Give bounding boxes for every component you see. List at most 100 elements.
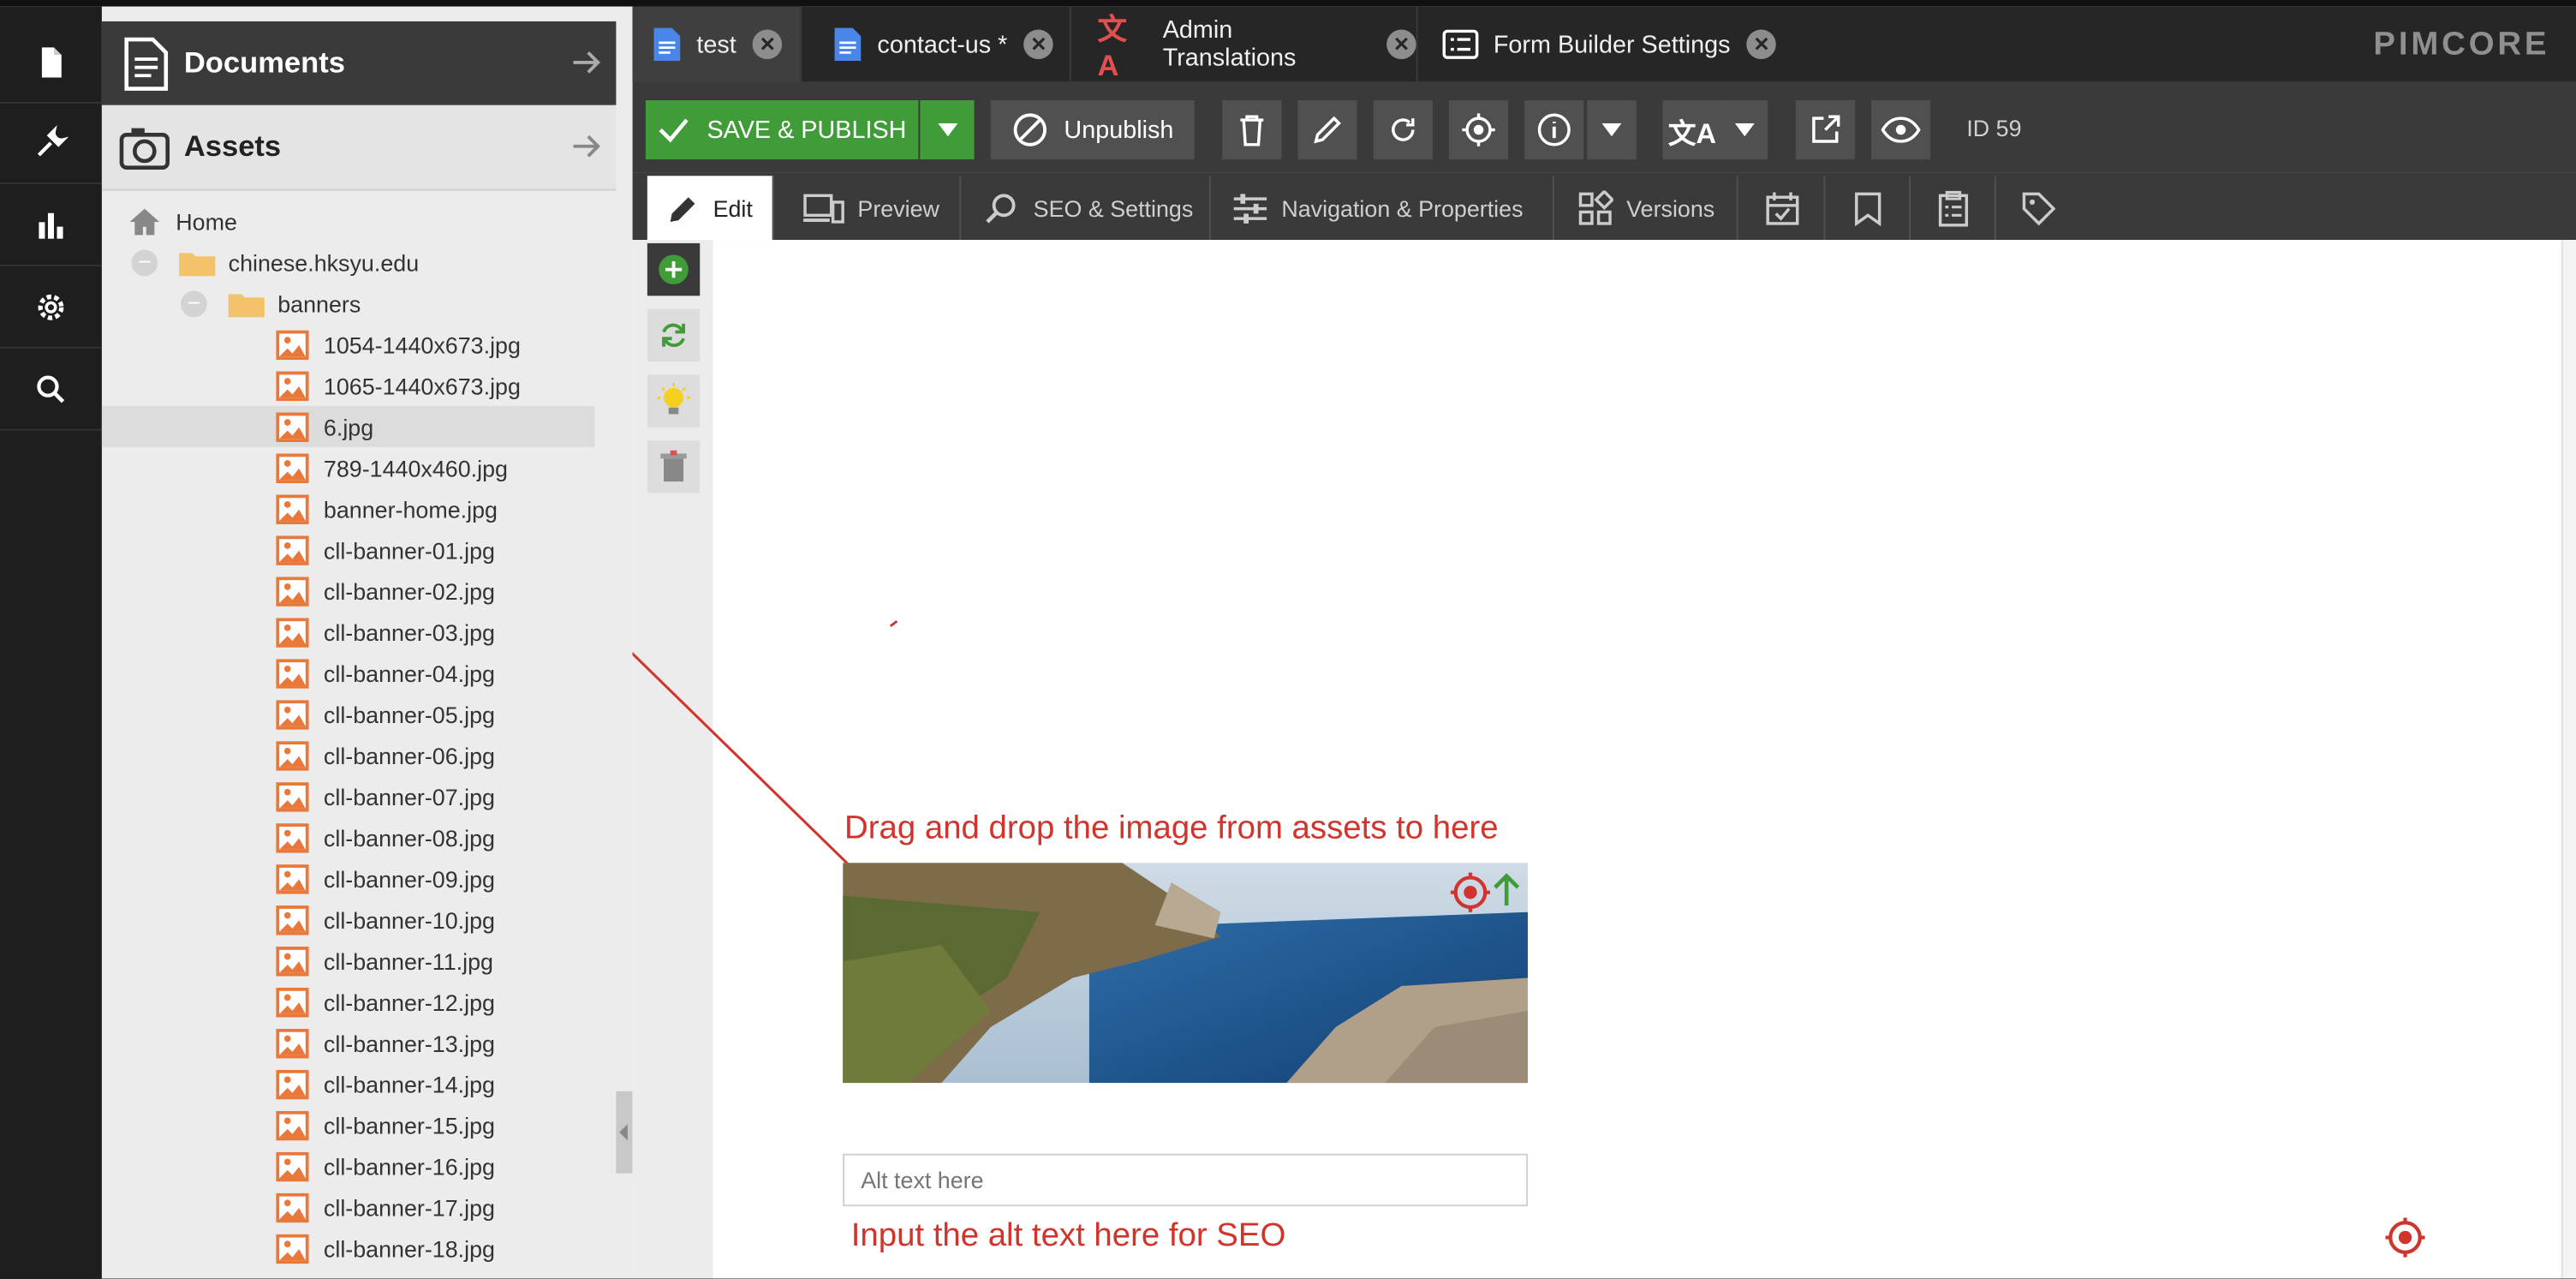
- image-file-icon: [276, 1233, 309, 1264]
- tree-item[interactable]: Home: [102, 200, 595, 242]
- close-tab-icon[interactable]: ✕: [1746, 29, 1777, 60]
- tab-navigation-properties[interactable]: Navigation & Properties: [1213, 176, 1554, 241]
- unpublish-button[interactable]: Unpublish: [990, 100, 1195, 160]
- tree-item[interactable]: 1065-1440x673.jpg: [102, 365, 595, 406]
- editor-scroll-strip[interactable]: [2561, 240, 2576, 1279]
- tree-item[interactable]: − banners: [102, 283, 595, 324]
- show-in-tree-button[interactable]: [1449, 100, 1509, 160]
- tree-item[interactable]: cll-banner-18.jpg: [102, 1228, 595, 1269]
- collapse-toggle-icon[interactable]: −: [131, 248, 158, 276]
- tree-item[interactable]: cll-banner-05.jpg: [102, 694, 595, 735]
- tree-item[interactable]: cll-banner-11.jpg: [102, 940, 595, 981]
- bookmark-icon: [1854, 191, 1881, 226]
- alt-text-input[interactable]: [843, 1153, 1529, 1207]
- form-icon: [1442, 29, 1479, 59]
- tab-schedule[interactable]: [1740, 176, 1826, 241]
- tab-admin-translations[interactable]: 文A Admin Translations ✕: [1073, 6, 1418, 82]
- translation-dropdown[interactable]: [1721, 100, 1768, 160]
- tab-tags[interactable]: [1996, 176, 2080, 240]
- tree-item[interactable]: cll-banner-03.jpg: [102, 612, 595, 653]
- upload-arrow-icon[interactable]: [1492, 871, 1522, 907]
- sliders-icon: [1233, 193, 1267, 223]
- tab-label: Form Builder Settings: [1493, 30, 1731, 59]
- tree-item[interactable]: cll-banner-06.jpg: [102, 735, 595, 776]
- tab-notes[interactable]: [1911, 176, 1996, 241]
- collapse-toggle-icon[interactable]: −: [181, 290, 207, 317]
- tree-item[interactable]: cll-banner-17.jpg: [102, 1186, 595, 1228]
- tree-item[interactable]: 6.jpg: [101, 405, 595, 447]
- tree-item-label: banner-home.jpg: [323, 495, 498, 523]
- tree-item[interactable]: 1054-1440x673.jpg: [102, 324, 595, 365]
- tree-item-label: 6.jpg: [323, 413, 374, 440]
- tab-label: test: [696, 30, 736, 59]
- target-icon[interactable]: [2384, 1216, 2427, 1259]
- image-file-icon: [276, 946, 309, 976]
- info-button[interactable]: [1524, 100, 1584, 160]
- tag-icon: [2021, 191, 2055, 225]
- pencil-icon: [670, 196, 695, 222]
- tree-item[interactable]: cll-banner-09.jpg: [102, 858, 595, 899]
- tree-item[interactable]: cll-banner-15.jpg: [102, 1104, 595, 1145]
- tree-item[interactable]: cll-banner-16.jpg: [102, 1145, 595, 1186]
- nav-documents-button[interactable]: [0, 21, 102, 104]
- close-tab-icon[interactable]: ✕: [1386, 29, 1416, 60]
- save-publish-button[interactable]: SAVE & PUBLISH: [645, 100, 919, 160]
- preview-button[interactable]: [1871, 100, 1931, 160]
- document-icon: [124, 36, 169, 90]
- tab-bookmark[interactable]: [1825, 176, 1911, 241]
- tab-test[interactable]: test ✕: [632, 6, 802, 82]
- tree-item-label: 1054-1440x673.jpg: [323, 331, 521, 358]
- tree-item[interactable]: cll-banner-02.jpg: [102, 571, 595, 612]
- tab-seo-settings[interactable]: SEO & Settings: [963, 176, 1211, 241]
- documents-title: Documents: [183, 45, 345, 80]
- drag-drop-annotation: Drag and drop the image from assets to h…: [844, 810, 1499, 846]
- tree-item[interactable]: cll-banner-08.jpg: [102, 816, 595, 858]
- tab-form-builder-settings[interactable]: Form Builder Settings ✕: [1419, 7, 1789, 82]
- tree-item[interactable]: 789-1440x460.jpg: [102, 447, 595, 488]
- nav-search-button[interactable]: [0, 349, 102, 431]
- rename-button[interactable]: [1297, 100, 1357, 160]
- close-tab-icon[interactable]: ✕: [1023, 29, 1054, 60]
- bar-chart-icon: [39, 212, 63, 238]
- info-dropdown[interactable]: [1587, 100, 1637, 160]
- tab-edit[interactable]: Edit: [647, 176, 774, 241]
- devices-icon: [803, 193, 844, 223]
- nav-settings-button[interactable]: [0, 266, 102, 349]
- tree-item[interactable]: cll-banner-14.jpg: [102, 1063, 595, 1104]
- translation-button[interactable]: 文A: [1662, 100, 1722, 160]
- tree-item[interactable]: cll-banner-13.jpg: [102, 1022, 595, 1063]
- panel-collapse-handle[interactable]: [616, 1091, 633, 1174]
- target-icon[interactable]: [1449, 871, 1492, 914]
- banner-image-editable[interactable]: [843, 863, 1529, 1084]
- document-toolbar: SAVE & PUBLISH Unpublish 文A ID 59: [632, 81, 2576, 173]
- tree-item[interactable]: banner-home.jpg: [102, 488, 595, 529]
- tab-versions[interactable]: Versions: [1556, 176, 1738, 241]
- annotation-arrow-layer: [632, 620, 898, 907]
- image-file-icon: [276, 864, 309, 894]
- tree-item[interactable]: cll-banner-01.jpg: [102, 529, 595, 571]
- image-file-icon: [276, 329, 309, 360]
- tree-item-label: cll-banner-03.jpg: [323, 619, 496, 645]
- nav-tools-button[interactable]: [0, 102, 102, 184]
- tree-item[interactable]: cll-banner-10.jpg: [102, 899, 595, 940]
- arrow-right-icon[interactable]: [570, 46, 603, 79]
- external-link-icon: [1812, 115, 1840, 143]
- tree-item[interactable]: cll-banner-12.jpg: [102, 981, 595, 1022]
- tree-item[interactable]: cll-banner-07.jpg: [102, 775, 595, 816]
- assets-panel-header[interactable]: Assets: [101, 105, 617, 191]
- arrow-right-icon[interactable]: [570, 130, 603, 163]
- close-tab-icon[interactable]: ✕: [752, 29, 783, 60]
- open-in-new-window-button[interactable]: [1795, 100, 1855, 160]
- tab-preview[interactable]: Preview: [775, 176, 962, 241]
- tab-contact-us[interactable]: contact-us * ✕: [803, 6, 1071, 82]
- camera-icon: [119, 127, 170, 170]
- reload-button[interactable]: [1373, 100, 1433, 160]
- document-icon: [834, 27, 862, 61]
- assets-title: Assets: [183, 129, 282, 163]
- nav-reports-button[interactable]: [0, 184, 102, 266]
- documents-panel-header[interactable]: Documents: [101, 21, 617, 105]
- tree-item[interactable]: − chinese.hksyu.edu: [102, 242, 595, 283]
- tree-item[interactable]: cll-banner-04.jpg: [102, 653, 595, 694]
- delete-button[interactable]: [1222, 100, 1282, 160]
- save-options-dropdown[interactable]: [920, 100, 975, 160]
